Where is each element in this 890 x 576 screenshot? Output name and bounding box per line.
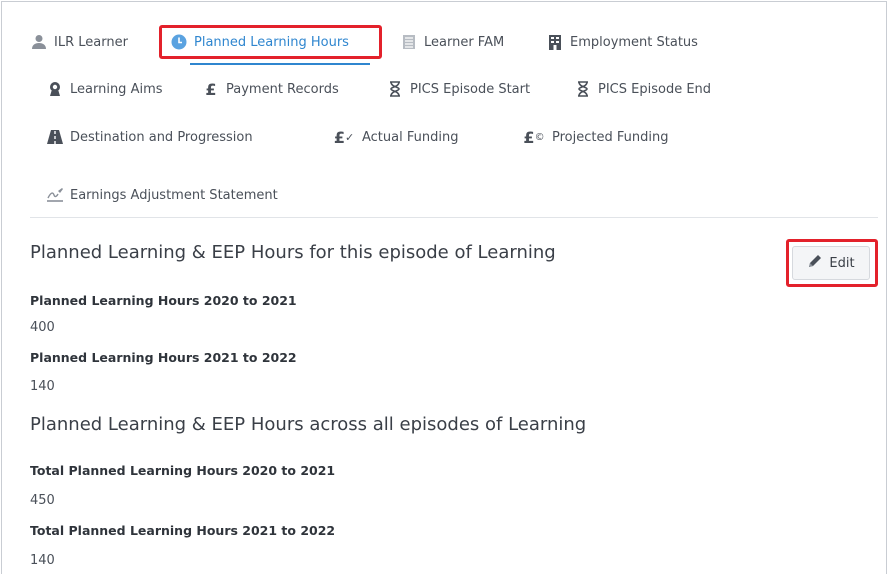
hourglass-icon bbox=[574, 80, 592, 98]
tab-label: Employment Status bbox=[570, 34, 698, 50]
tab-bar: ILR Learner Planned Learning Hours Learn… bbox=[2, 2, 886, 218]
tab-actual-funding[interactable]: £ ✓ Actual Funding bbox=[332, 122, 459, 152]
road-icon bbox=[46, 128, 64, 146]
tab-label: Projected Funding bbox=[552, 129, 669, 145]
tab-learner-fam[interactable]: Learner FAM bbox=[400, 27, 504, 57]
tab-learning-aims[interactable]: Learning Aims bbox=[46, 74, 163, 104]
tab-label: PICS Episode End bbox=[598, 81, 712, 97]
field-value: 400 bbox=[30, 320, 55, 335]
tab-pics-episode-start[interactable]: PICS Episode Start bbox=[386, 74, 530, 104]
active-tab-underline bbox=[190, 63, 370, 65]
tab-projected-funding[interactable]: £ © Projected Funding bbox=[522, 122, 668, 152]
tab-label: ILR Learner bbox=[54, 34, 128, 50]
tab-label: Learning Aims bbox=[70, 81, 163, 97]
tab-earnings-adjustment-statement[interactable]: Earnings Adjustment Statement bbox=[46, 180, 278, 210]
tab-ilr-learner[interactable]: ILR Learner bbox=[30, 27, 128, 57]
building-icon bbox=[546, 33, 564, 51]
tab-pics-episode-end[interactable]: PICS Episode End bbox=[574, 74, 711, 104]
highlight-box bbox=[786, 239, 878, 287]
tab-label: Destination and Progression bbox=[70, 129, 253, 145]
tab-label: Earnings Adjustment Statement bbox=[70, 187, 278, 203]
divider bbox=[30, 217, 878, 218]
field-value: 140 bbox=[30, 553, 55, 568]
tab-label: PICS Episode Start bbox=[410, 81, 531, 97]
pound-copyright-icon: £ © bbox=[523, 127, 545, 147]
user-icon bbox=[30, 33, 48, 51]
hourglass-icon bbox=[386, 80, 404, 98]
tab-label: Actual Funding bbox=[362, 129, 459, 145]
section-title-episode: Planned Learning & EEP Hours for this ep… bbox=[30, 242, 556, 263]
learner-record-panel: ILR Learner Planned Learning Hours Learn… bbox=[1, 1, 887, 574]
field-value: 450 bbox=[30, 493, 55, 508]
signature-icon bbox=[46, 186, 64, 204]
field-label: Planned Learning Hours 2021 to 2022 bbox=[30, 350, 297, 365]
tab-destination-and-progression[interactable]: Destination and Progression bbox=[46, 122, 253, 152]
highlight-box bbox=[159, 25, 382, 59]
pound-icon: £ bbox=[205, 79, 217, 99]
tab-label: Payment Records bbox=[226, 81, 339, 97]
field-label: Total Planned Learning Hours 2020 to 202… bbox=[30, 463, 336, 478]
award-icon bbox=[46, 80, 64, 98]
field-label: Total Planned Learning Hours 2021 to 202… bbox=[30, 523, 336, 538]
tab-label: Learner FAM bbox=[424, 34, 505, 50]
field-label: Planned Learning Hours 2020 to 2021 bbox=[30, 293, 297, 308]
tab-payment-records[interactable]: £ Payment Records bbox=[202, 74, 339, 104]
list-icon bbox=[400, 33, 418, 51]
field-value: 140 bbox=[30, 379, 55, 394]
tab-employment-status[interactable]: Employment Status bbox=[546, 27, 698, 57]
section-title-all-episodes: Planned Learning & EEP Hours across all … bbox=[30, 414, 587, 435]
pound-check-icon: £ ✓ bbox=[333, 127, 355, 147]
